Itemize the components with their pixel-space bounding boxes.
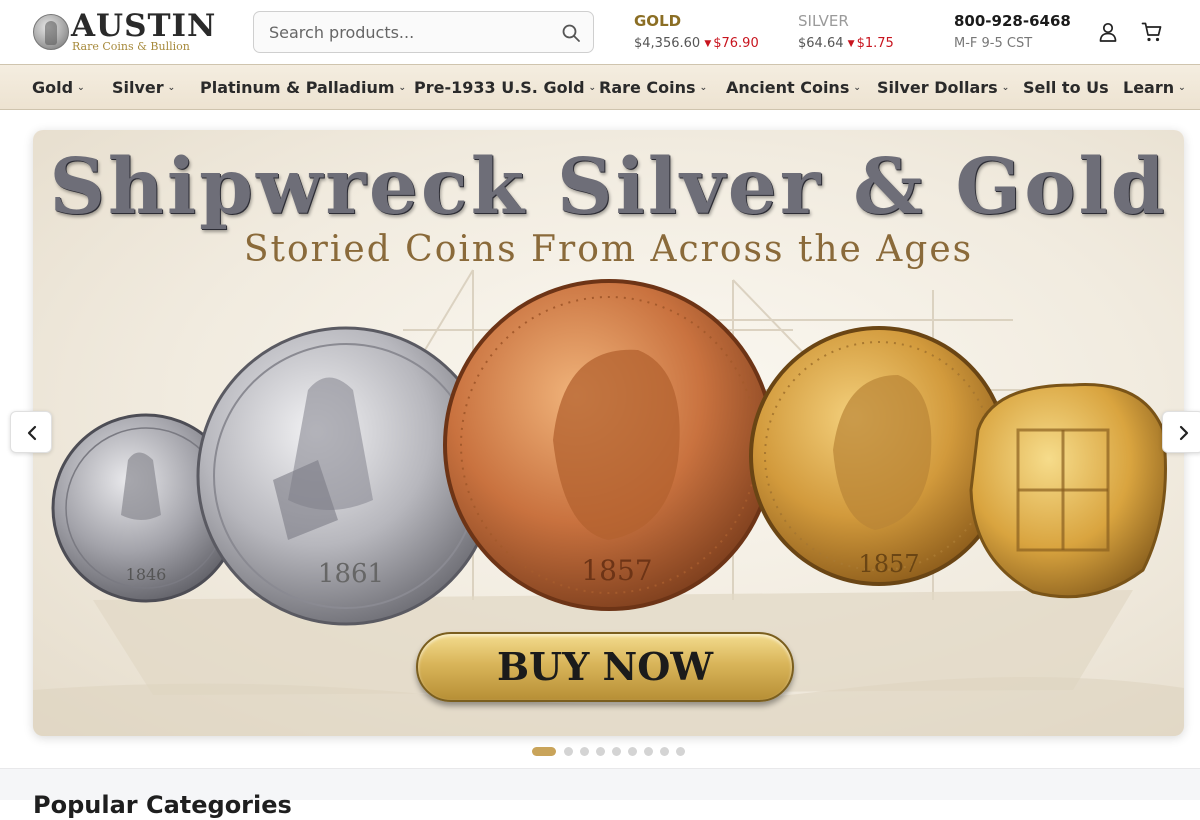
nav-item-silver[interactable]: Silver ⌄ xyxy=(112,78,175,101)
nav-item-gold[interactable]: Gold ⌄ xyxy=(32,78,85,101)
coin-date: 1857 xyxy=(581,554,652,587)
silver-change: $1.75 xyxy=(856,36,894,51)
silver-label: SILVER xyxy=(798,12,849,30)
carousel-dot[interactable] xyxy=(644,747,653,756)
chevron-down-icon: ⌄ xyxy=(398,83,407,93)
nav-item-sell-to-us[interactable]: Sell to Us xyxy=(1023,78,1109,98)
price-down-icon: ▼ xyxy=(704,39,712,49)
nav-item-rare-coins[interactable]: Rare Coins ⌄ xyxy=(599,78,707,101)
chevron-right-icon xyxy=(1179,425,1189,441)
chevron-down-icon: ⌄ xyxy=(1001,83,1010,93)
nav-item-platinum-palladium[interactable]: Platinum & Palladium ⌄ xyxy=(200,78,406,101)
chevron-down-icon: ⌄ xyxy=(1178,83,1186,93)
silver-spot-price[interactable]: SILVER $64.64 ▼ $1.75 xyxy=(798,11,894,51)
chevron-down-icon: ⌄ xyxy=(588,83,597,93)
carousel-prev-button[interactable] xyxy=(10,411,52,453)
chevron-down-icon: ⌄ xyxy=(699,83,708,93)
coin-date: 1857 xyxy=(858,550,919,578)
carousel-dot[interactable] xyxy=(564,747,573,756)
nav-item-ancient-coins[interactable]: Ancient Coins ⌄ xyxy=(726,78,861,101)
account-icon[interactable] xyxy=(1097,21,1119,43)
contact-info: 800-928-6468 M-F 9-5 CST xyxy=(954,11,1071,51)
logo-tagline: Rare Coins & Bullion xyxy=(72,40,190,53)
nav-item-learn[interactable]: Learn ⌄ xyxy=(1123,78,1186,101)
carousel-dot[interactable] xyxy=(660,747,669,756)
phone-number[interactable]: 800-928-6468 xyxy=(954,11,1071,31)
search-icon[interactable] xyxy=(561,23,581,43)
buy-now-button[interactable]: BUY NOW xyxy=(416,632,794,702)
gold-spot-price[interactable]: GOLD $4,356.60 ▼ $76.90 xyxy=(634,11,759,51)
nav-item-pre-1933-gold[interactable]: Pre-1933 U.S. Gold ⌄ xyxy=(414,78,596,101)
gold-price: $4,356.60 xyxy=(634,36,701,51)
carousel-next-button[interactable] xyxy=(1162,411,1200,453)
carousel-dot[interactable] xyxy=(628,747,637,756)
carousel-dot[interactable] xyxy=(580,747,589,756)
gold-change: $76.90 xyxy=(713,36,759,51)
carousel-dot[interactable] xyxy=(532,747,556,756)
search-bar xyxy=(253,11,594,53)
logo-coin-icon xyxy=(33,14,69,50)
main-nav: Gold ⌄ Silver ⌄ Platinum & Palladium ⌄ Pre-… xyxy=(0,64,1200,110)
section-title: Popular Categories xyxy=(33,791,292,819)
nav-item-silver-dollars[interactable]: Silver Dollars ⌄ xyxy=(877,78,1009,101)
cart-icon[interactable] xyxy=(1141,21,1163,43)
carousel-dot[interactable] xyxy=(612,747,621,756)
price-down-icon: ▼ xyxy=(847,39,855,49)
hero-carousel-slide[interactable]: Shipwreck Silver & Gold Storied Coins Fr… xyxy=(33,130,1184,736)
carousel-dot[interactable] xyxy=(676,747,685,756)
carousel-dot[interactable] xyxy=(596,747,605,756)
coin-date: 1846 xyxy=(126,565,167,584)
search-input[interactable] xyxy=(254,12,554,52)
chevron-left-icon xyxy=(27,425,37,441)
chevron-down-icon: ⌄ xyxy=(77,83,85,93)
logo-wordmark: AUSTIN xyxy=(71,8,217,44)
business-hours: M-F 9-5 CST xyxy=(954,36,1033,51)
coin-date: 1861 xyxy=(318,559,384,589)
site-logo[interactable]: AUSTIN Rare Coins & Bullion xyxy=(33,8,218,53)
silver-price: $64.64 xyxy=(798,36,844,51)
chevron-down-icon: ⌄ xyxy=(167,83,176,93)
chevron-down-icon: ⌄ xyxy=(853,83,861,93)
gold-label: GOLD xyxy=(634,12,682,30)
site-header: AUSTIN Rare Coins & Bullion GOLD $4,356.… xyxy=(0,0,1200,64)
